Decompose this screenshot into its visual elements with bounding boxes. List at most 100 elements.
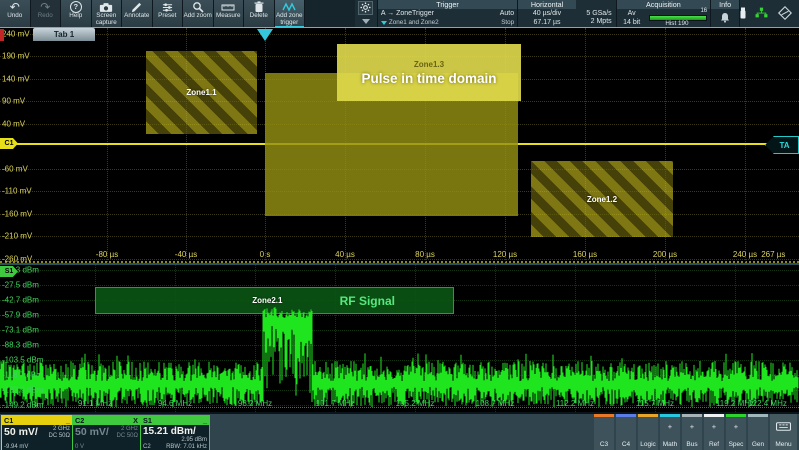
s1-minimize-button[interactable]: _ — [203, 416, 207, 425]
status-summary-bar: Trigger A → ZoneTrigger Auto Zone1 and Z… — [355, 0, 799, 27]
history-count: Hist 190 — [647, 20, 708, 27]
toolbar-button-label: Redo — [38, 13, 53, 20]
spectrum-diagram[interactable]: S1 91.1 MHz94.6 MHz98.2 MHz101.7 MHz105.… — [0, 265, 799, 412]
dock-button-label: Bus — [686, 441, 697, 448]
trigger-summary[interactable]: Trigger A → ZoneTrigger Auto Zone1 and Z… — [377, 0, 517, 27]
c1-channel-badge[interactable]: C1 — [0, 138, 18, 149]
x-tick-label: 105.2 MHz — [396, 399, 435, 408]
time-domain-diagram[interactable]: Tab 1 C1 TA -80 µs-40 µs0 s40 µs80 µs120… — [0, 27, 799, 264]
grid-line-vertical — [107, 28, 108, 264]
toolbar-button-undo[interactable]: ↶Undo — [0, 0, 31, 28]
x-tick-label: 160 µs — [573, 250, 597, 259]
y-tick-label: -57.9 dBm — [2, 311, 39, 320]
info-summary[interactable]: Info — [710, 0, 739, 27]
record-length: 2 Mpts — [591, 18, 612, 25]
y-tick-label: 90 mV — [2, 97, 25, 106]
zone-Zone1.1[interactable]: Zone1.1 — [146, 51, 257, 134]
toolbar-button-label: Screen capture — [92, 13, 122, 26]
dock-button-spec[interactable]: + Spec — [726, 414, 746, 450]
trigger-level-badge[interactable]: TA — [765, 136, 799, 154]
dock-button-label: C4 — [622, 441, 630, 448]
c1-signal-panel[interactable]: C1 _ 50 mV/ 2 GHz DC 50Ω -9.94 mV — [1, 415, 73, 450]
dock-button-gen[interactable]: Gen — [748, 414, 768, 450]
y-tick-label: -60 mV — [2, 165, 28, 174]
dock-button-label: Logic — [640, 441, 656, 448]
dock-button-c4[interactable]: C4 — [616, 414, 636, 450]
trigger-position-marker[interactable] — [257, 29, 273, 41]
record-marker — [0, 29, 4, 41]
dock-button-ref[interactable]: +Ref — [704, 414, 724, 450]
ta-badge-label: TA — [779, 141, 789, 150]
s1-rbw-value: RBW: 7.01 kHz — [166, 444, 207, 450]
y-tick-label: -260 mV — [2, 255, 32, 264]
info-title: Info — [711, 0, 739, 9]
tab-1[interactable]: Tab 1 — [33, 28, 95, 41]
zone-label: Zone1.2 — [587, 195, 617, 204]
s1-badge-label: S1 — [5, 268, 14, 275]
c2-signal-panel[interactable]: C2 X 50 mV/ 2 GHz DC 50Ω 0 V — [72, 415, 141, 450]
s1-signal-panel[interactable]: S1 _ 15.21 dBm/ 2.95 dBm C2 RBW: 7.01 kH… — [140, 415, 210, 450]
acquisition-title: Acquisition — [617, 0, 711, 9]
dock-button-logic[interactable]: Logic — [638, 414, 658, 450]
x-tick-label: 98.2 MHz — [238, 399, 272, 408]
toolbar-button-delete[interactable]: Delete — [244, 0, 275, 28]
c1-coupling: DC 50Ω — [49, 433, 71, 439]
y-tick-label: -73.1 dBm — [2, 326, 39, 335]
y-tick-label: -118.7 dBm — [2, 371, 43, 380]
horizontal-title: Horizontal — [518, 0, 576, 9]
toolbar-button-add-zone-trigger[interactable]: Add zone trigger — [275, 0, 306, 28]
dock-button-math[interactable]: +Math — [660, 414, 680, 450]
x-tick-label: 80 µs — [415, 250, 435, 259]
dock-button-c3[interactable]: C3 — [594, 414, 614, 450]
toolbar-button-label: Measure — [216, 13, 241, 20]
dock-button-label: Gen — [752, 441, 764, 448]
toolbar-button-redo[interactable]: ↷Redo — [31, 0, 62, 28]
average-count: 16 — [700, 8, 707, 14]
zone-annotation: Pulse in time domain — [361, 71, 496, 86]
y-tick-label: -149.2 dBm — [2, 401, 43, 410]
toolbar-button-label: Add zone trigger — [275, 13, 305, 26]
settings-gear-button[interactable] — [358, 1, 373, 15]
dock-color-strip — [594, 414, 614, 417]
toolbar-button-label: Delete — [250, 13, 268, 20]
y-tick-label: -160 mV — [2, 210, 32, 219]
zone-Zone1.2[interactable]: Zone1.2 — [531, 161, 673, 237]
toolbar-button-measure[interactable]: Measure — [214, 0, 245, 28]
sampling-summary[interactable]: 5 GSa/s 2 Mpts — [576, 0, 616, 27]
system-tray — [739, 0, 799, 27]
c2-close-button[interactable]: X — [133, 416, 138, 425]
trigger-source: A → ZoneTrigger — [381, 10, 434, 17]
toolbar-button-label: Add zoom — [184, 13, 212, 20]
grid-line-vertical — [745, 28, 746, 264]
trigger-mode: Auto — [500, 10, 514, 17]
c1-badge-label: C1 — [5, 140, 14, 147]
x-tick-label: 108.7 MHz — [476, 399, 515, 408]
s1-reference-level: 2.95 dBm — [181, 437, 207, 443]
dock-color-strip — [748, 414, 768, 417]
zone-Zone1.3[interactable]: Zone1.3Pulse in time domain — [337, 44, 521, 101]
dock-button-bus[interactable]: +Bus — [682, 414, 702, 450]
y-tick-label: 240 mV — [2, 30, 30, 39]
toolbar-button-screen-capture[interactable]: Screen capture — [92, 0, 123, 28]
x-tick-label: 91.1 MHz — [78, 399, 112, 408]
chevron-down-icon[interactable] — [362, 19, 370, 24]
s1-panel-title: S1 — [143, 416, 152, 425]
toolbar-button-add-zoom[interactable]: Add zoom — [183, 0, 214, 28]
toolbar-button-label: Undo — [7, 13, 22, 20]
toolbar-button-help[interactable]: ?Help — [61, 0, 92, 28]
x-tick-label: 94.6 MHz — [158, 399, 192, 408]
dock-button-label: Math — [663, 441, 677, 448]
acquisition-summary[interactable]: Acquisition Av 14 bit 16 Hist 190 — [616, 0, 711, 27]
add-icon: + — [734, 422, 738, 431]
spectrum-trace — [0, 265, 799, 412]
acquisition-mode: Av — [628, 10, 636, 17]
toolbar-button-annotate[interactable]: Annotate — [122, 0, 153, 28]
y-tick-label: -133.9 dBm — [2, 386, 43, 395]
toolbar-button-preset[interactable]: Preset — [153, 0, 184, 28]
dock-button-menu[interactable]: Menu — [770, 414, 797, 450]
add-icon: + — [712, 422, 716, 431]
x-tick-label: 120 µs — [493, 250, 517, 259]
horizontal-summary[interactable]: Horizontal 40 µs/div 67.17 µs — [517, 0, 576, 27]
dock-button-label: Spec — [729, 441, 744, 448]
c1-minimize-button[interactable]: _ — [66, 416, 70, 425]
